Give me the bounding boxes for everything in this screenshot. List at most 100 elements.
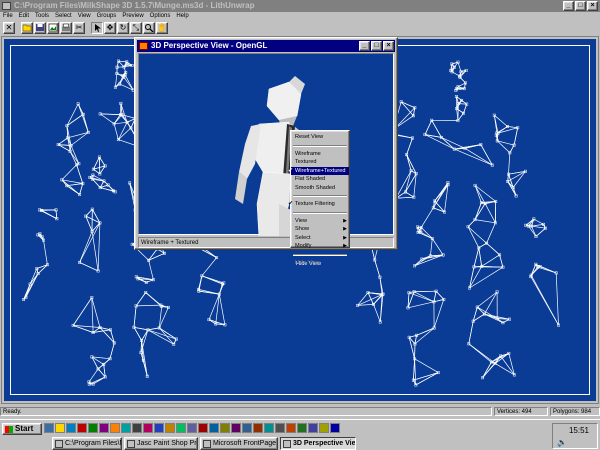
quick-launch-explorer-icon[interactable] bbox=[55, 423, 65, 433]
mesh-edge bbox=[133, 327, 142, 341]
mesh-edge bbox=[408, 292, 435, 303]
clock[interactable]: 15:51 bbox=[569, 426, 589, 435]
context-menu-item-reset-view[interactable]: Reset View bbox=[291, 133, 349, 142]
quick-launch-app-icon[interactable] bbox=[308, 423, 318, 433]
context-menu-item-wireframe[interactable]: Wireframe bbox=[291, 150, 349, 159]
open-folder-icon[interactable] bbox=[21, 22, 33, 34]
task-icon bbox=[55, 440, 63, 448]
menu-preview[interactable]: Preview bbox=[122, 12, 143, 21]
quick-launch-app-icon[interactable] bbox=[88, 423, 98, 433]
menu-separator bbox=[293, 144, 347, 147]
context-menu-item-flat-shaded[interactable]: Flat Shaded bbox=[291, 175, 349, 184]
mesh-edge bbox=[198, 275, 203, 290]
zoom-icon[interactable] bbox=[143, 22, 155, 34]
quick-launch-app-icon[interactable] bbox=[319, 423, 329, 433]
mesh-edge bbox=[531, 225, 546, 229]
menu-item-label: Smooth Shaded bbox=[295, 184, 336, 191]
quick-launch-desktop-icon[interactable] bbox=[44, 423, 54, 433]
app-icon[interactable] bbox=[2, 2, 11, 10]
quick-launch-app-icon[interactable] bbox=[176, 423, 186, 433]
quick-launch-app-icon[interactable] bbox=[187, 423, 197, 433]
context-menu-item-modify[interactable]: Modify ▶ bbox=[291, 242, 349, 251]
menu-help[interactable]: Help bbox=[176, 12, 188, 21]
quick-launch-app-icon[interactable] bbox=[264, 423, 274, 433]
opengl-render-canvas[interactable] bbox=[138, 53, 394, 240]
image-icon[interactable] bbox=[47, 22, 59, 34]
perspective-view-window[interactable]: 3D Perspective View - OpenGL _ □ × Wiref… bbox=[134, 37, 398, 250]
quick-launch-app-icon[interactable] bbox=[209, 423, 219, 433]
mesh-edge bbox=[373, 304, 381, 323]
task-label: C:\Program Files\MilkShape 3D 1.5.7\Mung… bbox=[65, 440, 121, 447]
quick-launch-app-icon[interactable] bbox=[286, 423, 296, 433]
context-menu-item-show[interactable]: Show ▶ bbox=[291, 225, 349, 234]
mesh-edge bbox=[469, 266, 475, 289]
context-menu-item-smooth-shaded[interactable]: Smooth Shaded bbox=[291, 184, 349, 193]
quick-launch-ie-icon[interactable] bbox=[66, 423, 76, 433]
quick-launch-app-icon[interactable] bbox=[297, 423, 307, 433]
mesh-edge bbox=[414, 358, 439, 373]
mesh-edge bbox=[468, 321, 474, 344]
quick-launch-app-icon[interactable] bbox=[242, 423, 252, 433]
menu-edit[interactable]: Edit bbox=[19, 12, 29, 21]
close-x-icon[interactable]: ✕ bbox=[3, 22, 15, 34]
maximize-button[interactable]: □ bbox=[575, 1, 586, 11]
context-menu-item-wireframe-textured[interactable]: ✔ Wireframe+Textured bbox=[288, 166, 349, 175]
context-menu-item-select[interactable]: Select ▶ bbox=[291, 234, 349, 243]
quick-launch-app-icon[interactable] bbox=[330, 423, 340, 433]
quick-launch-app-icon[interactable] bbox=[253, 423, 263, 433]
taskbar-button-1[interactable]: Jasc Paint Shop Pro bbox=[124, 437, 198, 450]
cut-icon[interactable]: ✂ bbox=[73, 22, 85, 34]
quick-launch-app-icon[interactable] bbox=[220, 423, 230, 433]
volume-icon[interactable]: 🔈 bbox=[557, 438, 567, 447]
quick-launch-app-icon[interactable] bbox=[132, 423, 142, 433]
quick-launch-app-icon[interactable] bbox=[121, 423, 131, 433]
quick-launch-app-icon[interactable] bbox=[154, 423, 164, 433]
opengl-window-icon bbox=[139, 42, 148, 50]
save-icon[interactable] bbox=[34, 22, 46, 34]
perspective-close-button[interactable]: × bbox=[383, 41, 394, 51]
quick-launch-app-icon[interactable] bbox=[110, 423, 120, 433]
quick-launch-app-icon[interactable] bbox=[143, 423, 153, 433]
rotate-icon[interactable]: ↻ bbox=[117, 22, 129, 34]
taskbar-button-2[interactable]: Microsoft FrontPage bbox=[200, 437, 278, 450]
minimize-button[interactable]: _ bbox=[563, 1, 574, 11]
quick-launch-app-icon[interactable] bbox=[275, 423, 285, 433]
quick-launch-app-icon[interactable] bbox=[165, 423, 175, 433]
quick-launch-outlook-icon[interactable] bbox=[77, 423, 87, 433]
menu-options[interactable]: Options bbox=[150, 12, 171, 21]
pan-icon[interactable]: ✋ bbox=[156, 22, 168, 34]
pointer-icon[interactable] bbox=[91, 22, 103, 34]
quick-launch-app-icon[interactable] bbox=[99, 423, 109, 433]
mesh-edge bbox=[79, 222, 101, 263]
context-menu-item-texture-filtering[interactable]: ✔ Texture Filtering bbox=[288, 200, 349, 209]
menu-select[interactable]: Select bbox=[55, 12, 72, 21]
menu-tools[interactable]: Tools bbox=[35, 12, 49, 21]
menu-file[interactable]: File bbox=[3, 12, 13, 21]
task-label: 3D Perspective View - OpenGL bbox=[293, 440, 356, 447]
mesh-edge bbox=[481, 254, 500, 267]
move-icon[interactable]: ✥ bbox=[104, 22, 116, 34]
menu-item-label: Modify bbox=[295, 243, 312, 249]
quick-launch-app-icon[interactable] bbox=[231, 423, 241, 433]
main-window-title-bar[interactable]: C:\Program Files\MilkShape 3D 1.5.7\Mung… bbox=[0, 0, 600, 12]
task-icon bbox=[283, 440, 291, 448]
menu-view[interactable]: View bbox=[78, 12, 91, 21]
menu-groups[interactable]: Groups bbox=[97, 12, 117, 21]
context-menu-item-view[interactable]: View ▶ bbox=[291, 217, 349, 226]
mesh-edge bbox=[135, 292, 146, 307]
close-button[interactable]: × bbox=[587, 1, 598, 11]
perspective-maximize-button[interactable]: □ bbox=[371, 41, 382, 51]
quick-launch-app-icon[interactable] bbox=[198, 423, 208, 433]
mesh-edge bbox=[531, 224, 544, 227]
print-icon[interactable] bbox=[60, 22, 72, 34]
mesh-edge bbox=[533, 218, 544, 225]
context-menu-item-textured[interactable]: Textured bbox=[291, 158, 349, 167]
scale-icon[interactable]: ⤡ bbox=[130, 22, 142, 34]
taskbar-button-3[interactable]: 3D Perspective View - OpenGL bbox=[280, 437, 356, 450]
mesh-edge bbox=[477, 291, 498, 308]
taskbar-button-0[interactable]: C:\Program Files\MilkShape 3D 1.5.7\Mung… bbox=[52, 437, 122, 450]
mesh-edge bbox=[408, 291, 415, 294]
perspective-title-bar[interactable]: 3D Perspective View - OpenGL _ □ × bbox=[137, 40, 395, 52]
perspective-minimize-button[interactable]: _ bbox=[359, 41, 370, 51]
start-button[interactable]: Start bbox=[2, 423, 42, 435]
